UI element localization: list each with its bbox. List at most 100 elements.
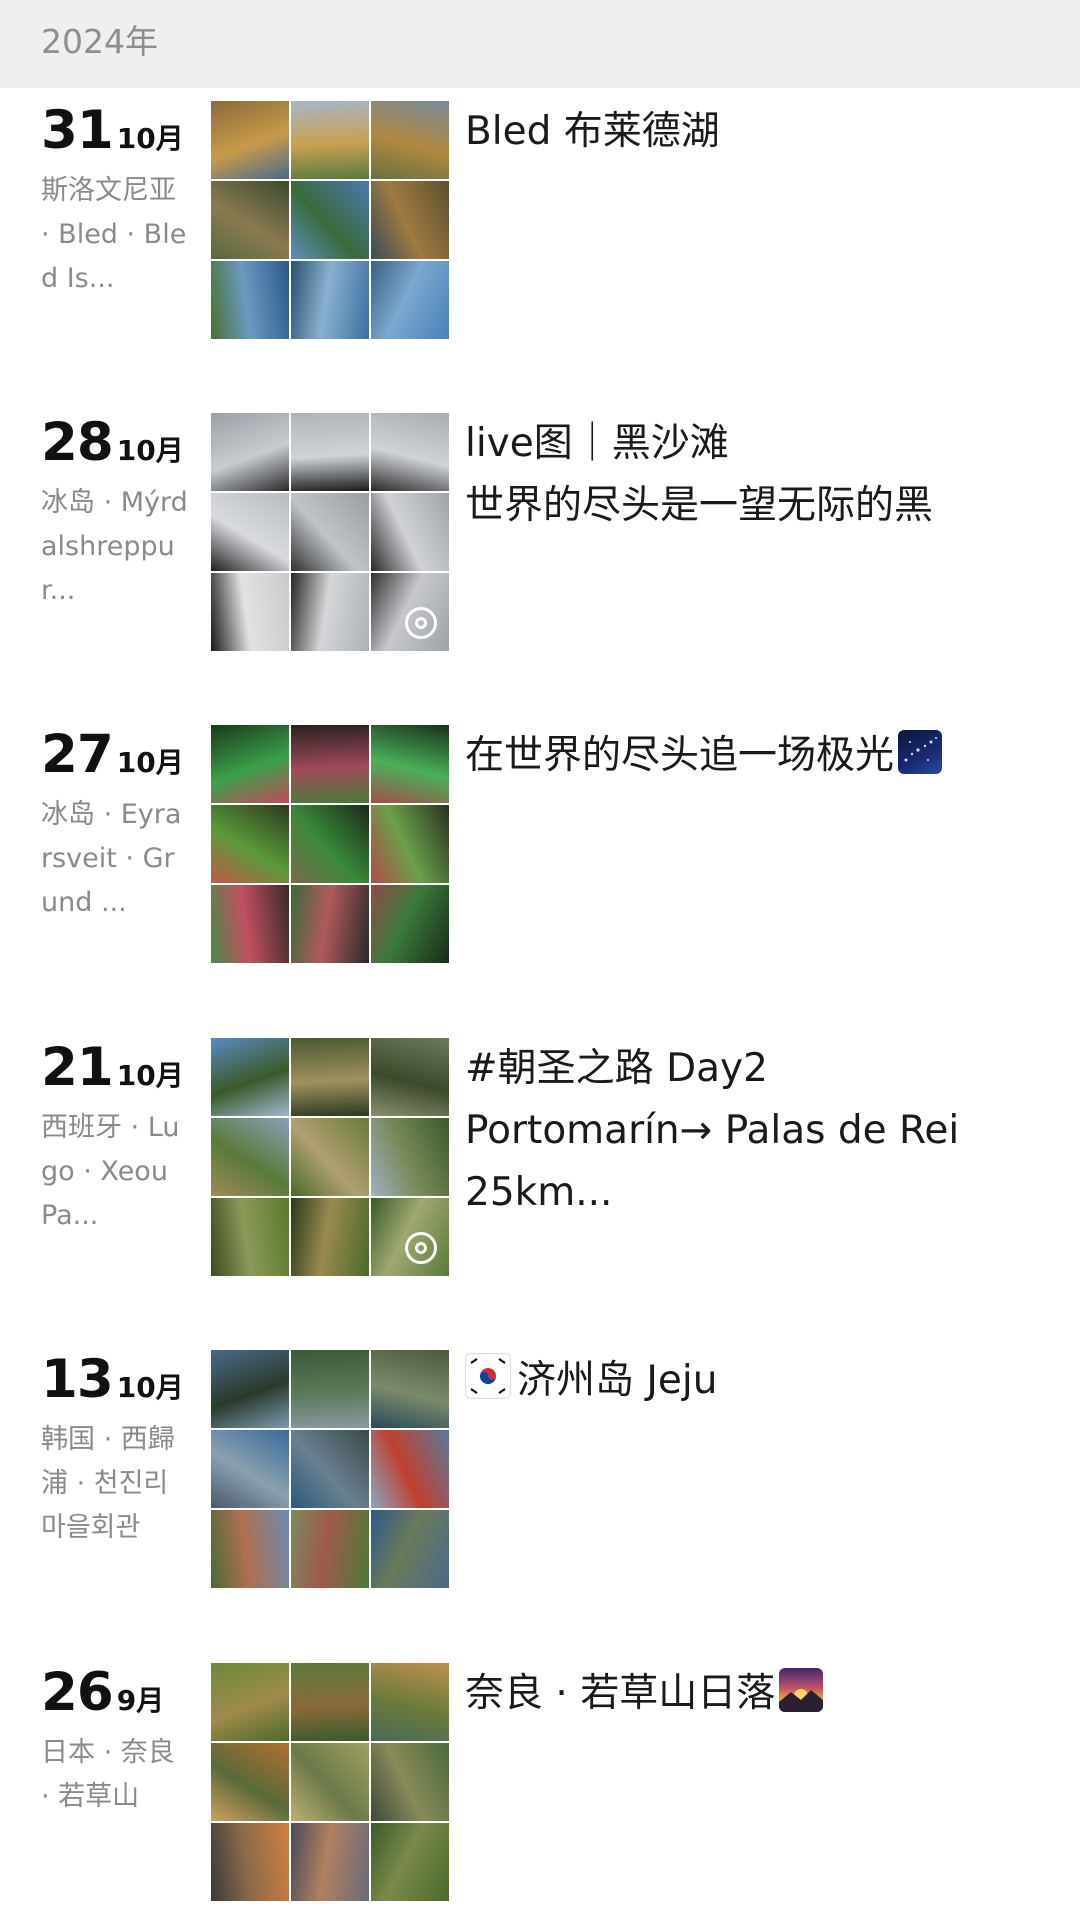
feed-entry[interactable]: 26 9月日本 · 奈良 · 若草山 奈良 · 若草山日落 [0, 1663, 1080, 1903]
photo-grid[interactable] [211, 413, 449, 651]
photo-thumbnail[interactable] [371, 1663, 449, 1741]
caption-line: 奈良 · 若草山日落 [465, 1663, 1025, 1725]
photo-thumbnail[interactable] [211, 101, 289, 179]
feed-entry[interactable]: 28 10月 冰岛 · Mýrdalshreppur... live图｜黑沙滩世界的尽… [0, 413, 1080, 653]
photo-thumbnail[interactable] [371, 1350, 449, 1428]
entry-day: 13 [41, 1349, 114, 1410]
entry-location: 韩国 · 西歸浦 · 천진리마을회관 [41, 1424, 175, 1543]
live-photo-icon [405, 607, 437, 639]
photo-thumbnail[interactable] [291, 885, 369, 963]
live-photo-icon [405, 1232, 437, 1264]
photo-thumbnail[interactable] [211, 1038, 289, 1116]
photo-thumbnail[interactable] [371, 413, 449, 491]
feed-entry[interactable]: 21 10月西班牙 · Lugo · Xeou Pa... #朝圣之路 Day2 Po… [0, 1038, 1080, 1278]
photo-thumbnail[interactable] [291, 1663, 369, 1741]
photo-thumbnail[interactable] [291, 493, 369, 571]
photo-thumbnail[interactable] [291, 573, 369, 651]
photo-grid[interactable] [211, 725, 449, 963]
photo-thumbnail[interactable] [291, 1118, 369, 1196]
photo-thumbnail[interactable] [371, 1198, 449, 1276]
caption-line: 25km... [465, 1162, 1025, 1224]
photo-grid[interactable] [211, 1663, 449, 1901]
photo-thumbnail[interactable] [371, 1430, 449, 1508]
entry-day: 26 [41, 1662, 114, 1723]
photo-thumbnail[interactable] [211, 573, 289, 651]
entry-location: 西班牙 · Lugo · Xeou Pa... [41, 1112, 180, 1231]
entry-date: 28 10月 冰岛 · Mýrdalshreppur... [41, 413, 191, 613]
photo-thumbnail[interactable] [211, 1743, 289, 1821]
feed-entry[interactable]: 27 10月 冰岛 · Eyrarsveit · Grund ... 在世界的尽头追一… [0, 725, 1080, 965]
photo-thumbnail[interactable] [211, 1663, 289, 1741]
entry-date: 31 10月 斯洛文尼亚 · Bled · Bled Is... [41, 101, 191, 301]
photo-thumbnail[interactable] [371, 1510, 449, 1588]
photo-grid[interactable] [211, 1038, 449, 1276]
photo-thumbnail[interactable] [211, 885, 289, 963]
photo-thumbnail[interactable] [211, 725, 289, 803]
entry-date: 21 10月西班牙 · Lugo · Xeou Pa... [41, 1038, 191, 1238]
photo-thumbnail[interactable] [211, 261, 289, 339]
caption-text: 25km... [465, 1170, 613, 1215]
photo-thumbnail[interactable] [211, 413, 289, 491]
photo-thumbnail[interactable] [371, 181, 449, 259]
photo-thumbnail[interactable] [291, 805, 369, 883]
caption-text: #朝圣之路 Day2 [465, 1046, 768, 1091]
photo-thumbnail[interactable] [211, 1198, 289, 1276]
photo-thumbnail[interactable] [211, 1823, 289, 1901]
caption-text: Portomarín→ Palas de Rei [465, 1108, 960, 1153]
photo-thumbnail[interactable] [211, 493, 289, 571]
entry-month: 10月 [116, 1371, 184, 1404]
entry-date: 27 10月 冰岛 · Eyrarsveit · Grund ... [41, 725, 191, 925]
entry-day: 31 [41, 100, 114, 161]
entry-month: 9月 [116, 1684, 165, 1717]
entry-day: 27 [41, 724, 114, 785]
photo-thumbnail[interactable] [371, 1038, 449, 1116]
photo-thumbnail[interactable] [291, 1038, 369, 1116]
caption-line: 世界的尽头是一望无际的黑 [465, 475, 1025, 537]
feed-entry[interactable]: 13 10月韩国 · 西歸浦 · 천진리마을회관 济州岛 Jeju [0, 1350, 1080, 1590]
photo-thumbnail[interactable] [371, 885, 449, 963]
photo-thumbnail[interactable] [371, 1743, 449, 1821]
photo-thumbnail[interactable] [371, 493, 449, 571]
caption-line: live图｜黑沙滩 [465, 413, 1025, 475]
photo-thumbnail[interactable] [291, 1198, 369, 1276]
photo-thumbnail[interactable] [371, 101, 449, 179]
photo-thumbnail[interactable] [371, 261, 449, 339]
caption-text: live图｜黑沙滩 [465, 421, 729, 466]
photo-thumbnail[interactable] [371, 805, 449, 883]
photo-grid[interactable] [211, 1350, 449, 1588]
photo-thumbnail[interactable] [211, 181, 289, 259]
entry-caption: #朝圣之路 Day2 Portomarín→ Palas de Rei 25km..… [465, 1038, 1025, 1224]
caption-text: 奈良 · 若草山日落 [465, 1671, 776, 1716]
photo-thumbnail[interactable] [291, 1510, 369, 1588]
photo-thumbnail[interactable] [371, 1118, 449, 1196]
photo-grid[interactable] [211, 101, 449, 339]
photo-thumbnail[interactable] [291, 181, 369, 259]
caption-text: Bled 布莱德湖 [465, 109, 720, 154]
photo-thumbnail[interactable] [291, 413, 369, 491]
entry-day: 21 [41, 1037, 114, 1098]
feed-entry[interactable]: 31 10月 斯洛文尼亚 · Bled · Bled Is... Bled 布莱德湖 [0, 101, 1080, 341]
entry-location: 日本 · 奈良 · 若草山 [41, 1737, 175, 1812]
photo-thumbnail[interactable] [371, 725, 449, 803]
entry-location: 冰岛 · Mýrdalshreppur... [41, 487, 188, 606]
caption-text: 济州岛 Jeju [517, 1358, 718, 1403]
entry-caption: 济州岛 Jeju [465, 1350, 1025, 1412]
photo-thumbnail[interactable] [291, 1743, 369, 1821]
photo-thumbnail[interactable] [291, 1430, 369, 1508]
photo-thumbnail[interactable] [291, 725, 369, 803]
photo-thumbnail[interactable] [211, 805, 289, 883]
photo-thumbnail[interactable] [371, 1823, 449, 1901]
photo-thumbnail[interactable] [211, 1430, 289, 1508]
year-label: 2024年 [41, 22, 158, 61]
photo-thumbnail[interactable] [291, 1350, 369, 1428]
photo-thumbnail[interactable] [211, 1118, 289, 1196]
photo-thumbnail[interactable] [211, 1510, 289, 1588]
photo-thumbnail[interactable] [291, 261, 369, 339]
photo-thumbnail[interactable] [291, 1823, 369, 1901]
entry-month: 10月 [116, 122, 184, 155]
photo-thumbnail[interactable] [291, 101, 369, 179]
entry-month: 10月 [116, 1059, 184, 1092]
caption-line: 在世界的尽头追一场极光 [465, 725, 1025, 787]
photo-thumbnail[interactable] [211, 1350, 289, 1428]
photo-thumbnail[interactable] [371, 573, 449, 651]
